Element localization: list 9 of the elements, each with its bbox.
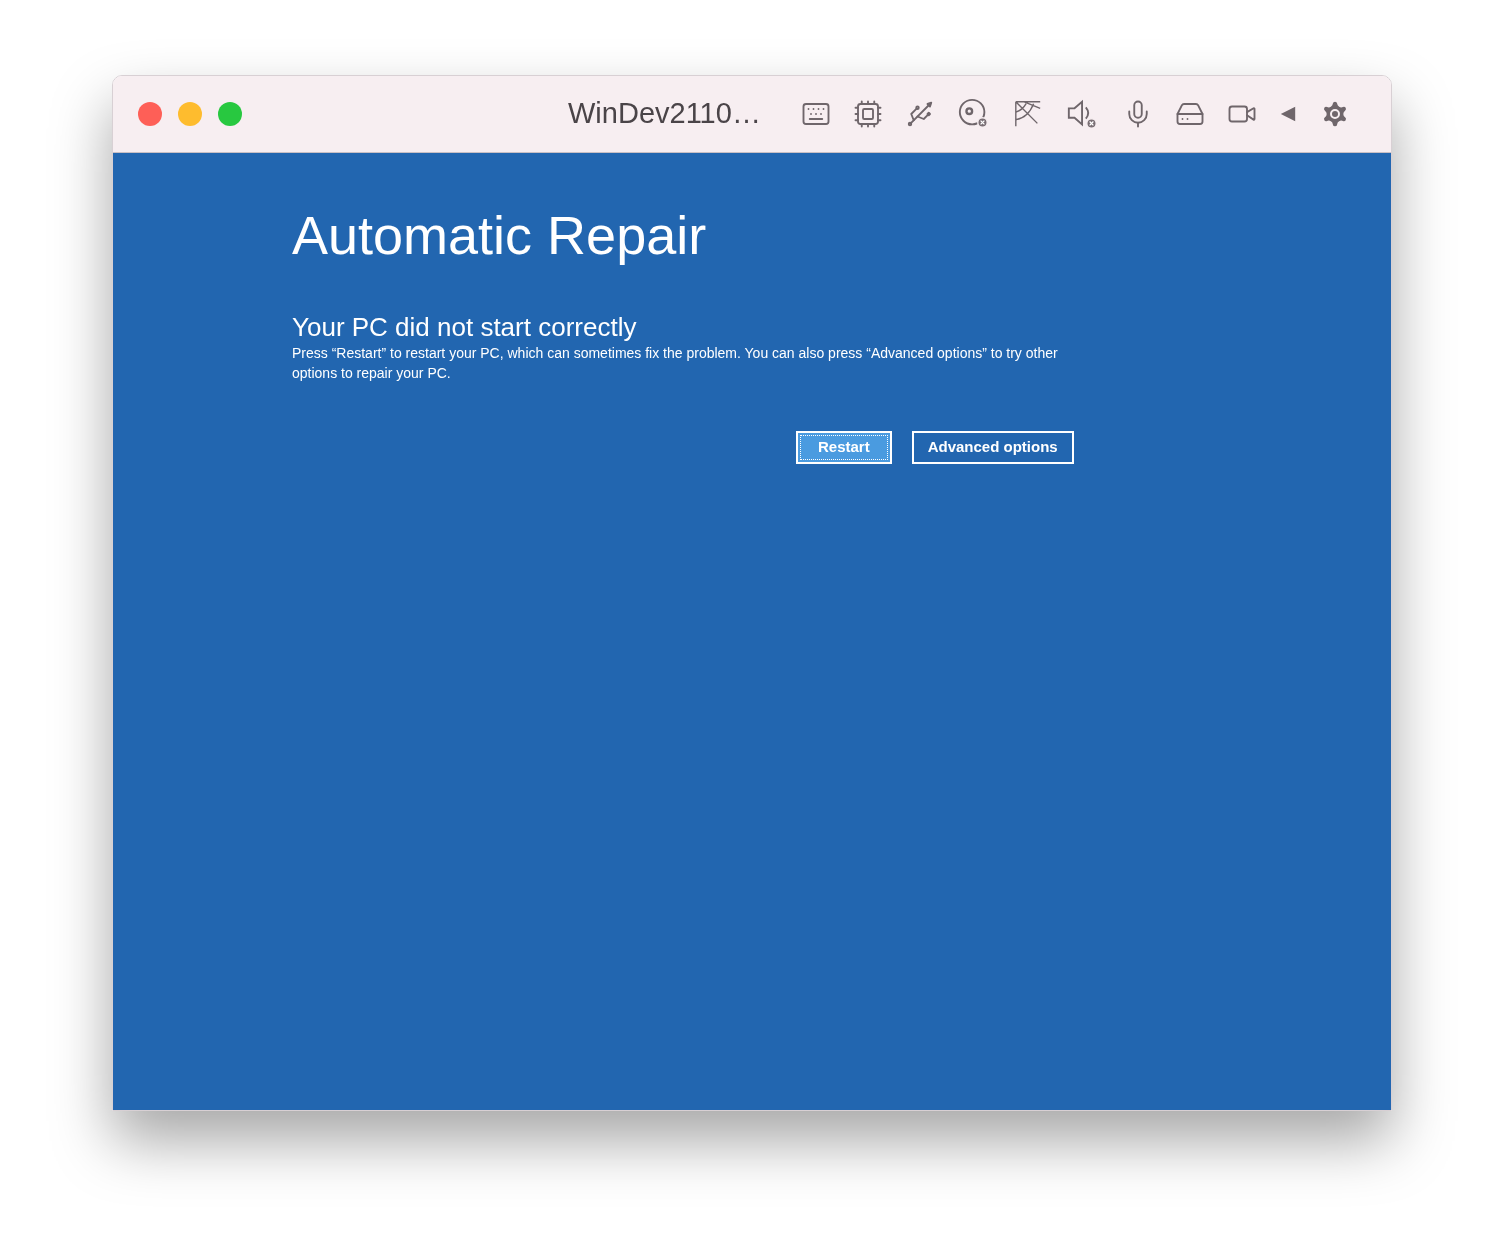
advanced-options-button[interactable]: Advanced options — [911, 431, 1074, 464]
close-button[interactable] — [138, 102, 162, 126]
heading: Automatic Repair — [292, 204, 708, 267]
window-title: WinDev2110… — [568, 96, 761, 132]
cpu-icon[interactable] — [852, 99, 883, 129]
restart-button[interactable]: Restart — [796, 431, 892, 464]
message: Press “Restart” to restart your PC, which can sometimes fix the problem. You can also press “Advanced options” to try other options to repair your PC. — [292, 344, 1059, 383]
web-icon[interactable] — [1012, 99, 1043, 129]
subheading: Your PC did not start correctly — [292, 311, 638, 343]
